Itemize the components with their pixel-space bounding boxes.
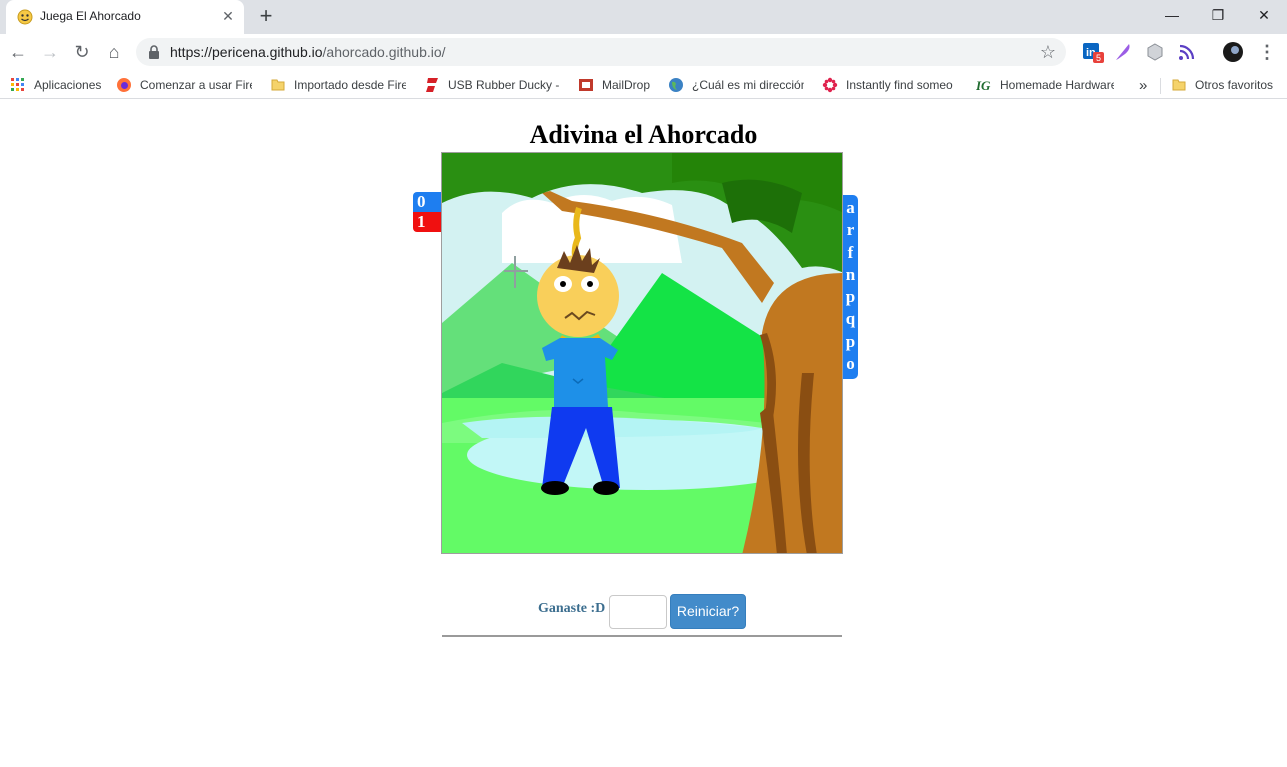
- minimize-icon[interactable]: —: [1149, 0, 1195, 30]
- home-icon[interactable]: ⌂: [101, 39, 127, 65]
- bookmark-homemade-hardware[interactable]: IG Homemade Hardware: [976, 75, 1114, 95]
- bookmarks-separator: [1160, 78, 1161, 94]
- used-letter: o: [846, 354, 855, 374]
- bookmark-label: Instantly find someo: [846, 78, 953, 92]
- used-letter: q: [845, 309, 856, 329]
- cube-extension-icon[interactable]: [1144, 41, 1166, 63]
- bookmark-star-icon[interactable]: ☆: [1040, 41, 1056, 63]
- back-icon[interactable]: ←: [5, 39, 31, 65]
- window-close-icon[interactable]: ✕: [1241, 0, 1287, 30]
- extension-badge: 5: [1096, 53, 1101, 63]
- tab-title: Juega El Ahorcado: [40, 9, 141, 23]
- lock-icon: [149, 45, 159, 59]
- used-letter: p: [845, 331, 856, 351]
- bookmarks-bar: Aplicaciones Comenzar a usar Fire Import…: [0, 70, 1287, 99]
- bookmark-label: Comenzar a usar Fire: [140, 78, 252, 92]
- browser-tab[interactable]: Juega El Ahorcado ✕: [6, 0, 244, 34]
- bookmark-usb-rubber-ducky[interactable]: USB Rubber Ducky -: [424, 75, 562, 95]
- bookmark-label: ¿Cuál es mi dirección: [692, 78, 804, 92]
- firefox-icon: [117, 78, 131, 92]
- url-text: https://pericena.github.io/ahorcado.gith…: [170, 44, 446, 60]
- address-bar[interactable]: https://pericena.github.io/ahorcado.gith…: [136, 38, 1066, 66]
- restore-icon[interactable]: ❐: [1195, 0, 1241, 30]
- bookmark-label: Otros favoritos: [1195, 78, 1274, 92]
- used-letter: f: [847, 242, 854, 262]
- bookmark-ip-address[interactable]: ¿Cuál es mi dirección: [668, 75, 804, 95]
- apps-grid-icon: [11, 78, 24, 91]
- globe-icon: [669, 78, 683, 92]
- bookmark-imported-folder[interactable]: Importado desde Fire: [270, 75, 406, 95]
- bookmark-label: Aplicaciones: [34, 78, 102, 92]
- folder-icon: [271, 79, 285, 91]
- bookmark-maildrop[interactable]: MailDrop: [578, 75, 654, 95]
- used-letters-panel: a r f n p q p o: [843, 195, 858, 380]
- bookmark-label: MailDrop: [602, 78, 651, 92]
- game-status-text: Ganaste :D: [538, 601, 606, 616]
- used-letter: a: [846, 198, 855, 217]
- browser-toolbar: ← → ↻ ⌂ https://pericena.github.io/ahorc…: [0, 34, 1287, 70]
- bookmark-other-favorites[interactable]: Otros favoritos: [1171, 75, 1283, 95]
- linkedin-extension-icon[interactable]: in 5: [1082, 41, 1104, 63]
- menu-kebab-icon[interactable]: ⋮: [1254, 39, 1280, 65]
- url-path: /ahorcado.github.io/: [322, 44, 446, 60]
- used-letter: r: [846, 220, 855, 240]
- bookmark-firefox[interactable]: Comenzar a usar Fire: [116, 75, 252, 95]
- browser-titlebar: Juega El Ahorcado ✕ + — ❐ ✕: [0, 0, 1287, 34]
- close-tab-icon[interactable]: ✕: [219, 7, 237, 25]
- hangman-scene: R O P A: [441, 152, 843, 554]
- smiley-favicon-icon: [17, 9, 33, 25]
- game-controls: Ganaste :D Reiniciar?: [441, 594, 843, 630]
- more-bookmarks-chevron-icon[interactable]: »: [1139, 75, 1153, 95]
- wins-count: 0: [413, 192, 443, 212]
- bookmark-label: USB Rubber Ducky -: [448, 78, 560, 92]
- letter-input[interactable]: [609, 595, 667, 629]
- rss-extension-icon[interactable]: [1176, 41, 1198, 63]
- folder-icon: [1172, 79, 1186, 91]
- bookmark-apps[interactable]: Aplicaciones: [10, 75, 110, 95]
- used-letter: p: [845, 287, 856, 307]
- bookmark-instantly-find[interactable]: Instantly find someo: [822, 75, 958, 95]
- divider: [442, 635, 842, 637]
- profile-avatar-icon[interactable]: [1222, 41, 1244, 63]
- losses-count: 1: [413, 212, 443, 232]
- feather-extension-icon[interactable]: [1112, 41, 1134, 63]
- ig-logo-icon: IG: [976, 78, 991, 93]
- hak5-icon: [426, 78, 438, 92]
- score-panel: 0 1: [413, 192, 443, 232]
- flower-icon: [822, 77, 838, 93]
- hangman-illustration: [442, 153, 842, 553]
- reload-icon[interactable]: ↻: [69, 39, 95, 65]
- maildrop-icon: [579, 79, 593, 91]
- bookmark-label: Homemade Hardware: [1000, 78, 1114, 92]
- page-title: Adivina el Ahorcado: [529, 120, 758, 149]
- bookmark-label: Importado desde Fire: [294, 78, 406, 92]
- url-host: https://pericena.github.io: [170, 44, 323, 60]
- svg-text:IG: IG: [976, 78, 991, 93]
- used-letter: n: [845, 264, 856, 284]
- new-tab-icon[interactable]: +: [254, 4, 278, 28]
- forward-icon[interactable]: →: [37, 39, 63, 65]
- restart-button[interactable]: Reiniciar?: [670, 594, 746, 629]
